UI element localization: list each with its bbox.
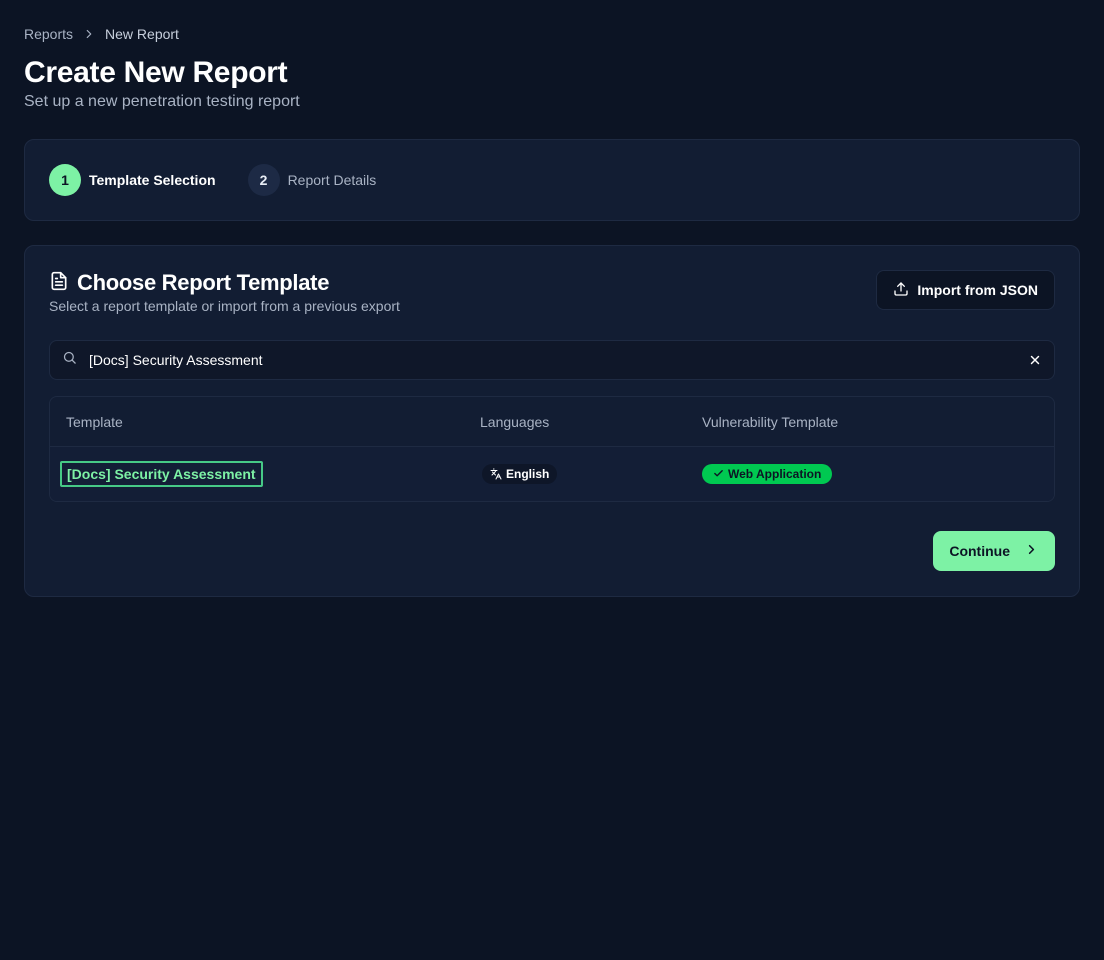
template-card-title: Choose Report Template (77, 270, 330, 295)
step-report-details[interactable]: 2 Report Details (247, 164, 377, 196)
template-name-link[interactable]: [Docs] Security Assessment (60, 461, 263, 487)
clear-search-button[interactable] (1028, 353, 1042, 367)
template-card: Choose Report Template Select a report t… (24, 245, 1080, 597)
language-label: English (506, 466, 550, 481)
document-icon (49, 271, 77, 296)
languages-cell: English (480, 463, 702, 485)
import-json-label: Import from JSON (917, 282, 1038, 298)
stepper: 1 Template Selection 2 Report Details (24, 139, 1080, 221)
template-card-subtitle: Select a report template or import from … (49, 298, 400, 314)
template-card-header: Choose Report Template Select a report t… (49, 270, 1055, 314)
step-number: 1 (49, 164, 81, 196)
template-card-heading: Choose Report Template Select a report t… (49, 270, 400, 314)
step-template-selection[interactable]: 1 Template Selection (49, 164, 216, 196)
column-header-languages[interactable]: Languages (480, 414, 702, 430)
language-badge: English (482, 463, 558, 484)
upload-icon (893, 281, 909, 300)
chevron-right-icon (1024, 542, 1039, 560)
page-title: Create New Report (24, 56, 288, 89)
template-cell: [Docs] Security Assessment (50, 461, 480, 487)
page: Reports New Report Create New Report Set… (24, 24, 1080, 597)
close-icon (1030, 355, 1040, 365)
step-label: Template Selection (89, 172, 216, 188)
check-icon (714, 470, 723, 477)
column-header-template[interactable]: Template (50, 414, 480, 430)
breadcrumb: Reports New Report (24, 24, 1080, 44)
import-json-button[interactable]: Import from JSON (876, 270, 1055, 310)
table-header: Template Languages Vulnerability Templat… (50, 397, 1054, 447)
search-input[interactable] (89, 352, 1028, 368)
chevron-right-icon (73, 27, 105, 41)
page-subtitle: Set up a new penetration testing report (24, 93, 300, 110)
step-label: Report Details (287, 172, 377, 188)
translate-icon (490, 468, 502, 479)
vulnerability-template-badge: Web Application (702, 463, 833, 484)
step-number: 2 (247, 164, 280, 196)
vulnerability-template-cell: Web Application (702, 463, 1054, 485)
template-search (49, 340, 1055, 380)
column-header-vulnerability-template[interactable]: Vulnerability Template (702, 414, 1054, 430)
continue-label: Continue (949, 543, 1010, 559)
continue-button[interactable]: Continue (933, 531, 1055, 571)
templates-table: Template Languages Vulnerability Templat… (49, 396, 1055, 502)
breadcrumb-current: New Report (105, 26, 179, 42)
template-title-row: Choose Report Template (49, 270, 400, 296)
vulnerability-template-label: Web Application (728, 466, 822, 481)
table-row[interactable]: [Docs] Security Assessment English Web A… (50, 447, 1054, 501)
search-icon (62, 350, 77, 370)
breadcrumb-reports-link[interactable]: Reports (24, 26, 73, 42)
